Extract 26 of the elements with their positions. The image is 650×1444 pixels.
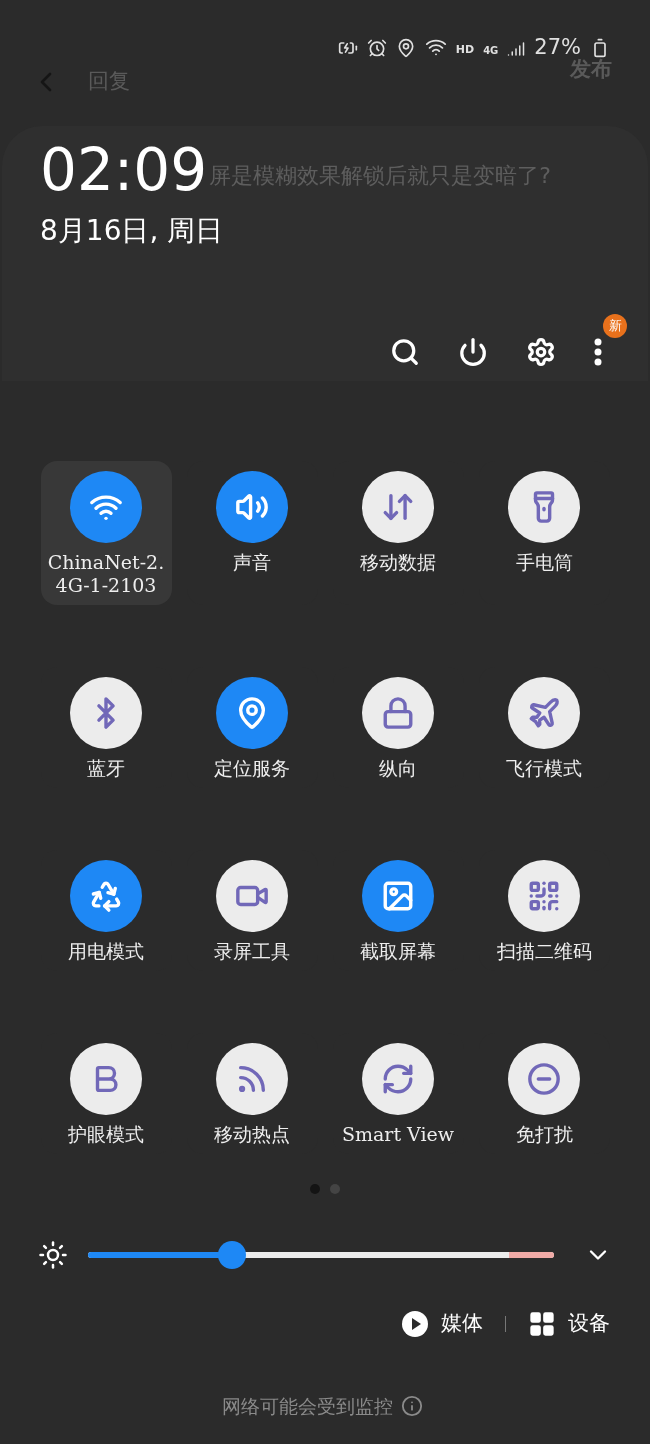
tile-label: 护眼模式 <box>67 1123 145 1146</box>
tile-label: 定位服务 <box>213 757 291 780</box>
battery-percent: 27% <box>534 37 581 58</box>
hd-indicator: HD <box>455 41 475 58</box>
tile-label: 录屏工具 <box>213 940 291 963</box>
tile-label: 移动数据 <box>359 551 437 574</box>
tile-label: 移动热点 <box>213 1123 291 1146</box>
clock-date: 8月16日, 周日 <box>40 213 225 249</box>
media-button[interactable]: 媒体 <box>401 1308 483 1340</box>
tile-label: 蓝牙 <box>86 757 126 780</box>
tile-label: 扫描二维码 <box>495 940 593 963</box>
tile-label: 声音 <box>232 551 272 574</box>
new-badge: 新 <box>603 314 627 338</box>
tile-label: 用电模式 <box>67 940 145 963</box>
network-type: 4G <box>483 44 499 58</box>
network-monitor-notice: 网络可能会受到监控 <box>222 1393 393 1419</box>
tile-label: 飞行模式 <box>505 757 583 780</box>
tile-label: Smart View <box>340 1123 456 1146</box>
quick-tile[interactable]: ChinaNet-2.4G-1-2103 <box>40 461 172 605</box>
tile-label: ChinaNet-2.4G-1-2103 <box>46 551 166 597</box>
tile-label: 截取屏幕 <box>359 940 437 963</box>
tile-label: 纵向 <box>378 757 418 780</box>
tile-label: 手电筒 <box>514 551 574 574</box>
devices-button[interactable]: 设备 <box>528 1308 610 1340</box>
tile-label: 免打扰 <box>514 1123 574 1146</box>
clock-time: 02:09 <box>40 138 208 202</box>
